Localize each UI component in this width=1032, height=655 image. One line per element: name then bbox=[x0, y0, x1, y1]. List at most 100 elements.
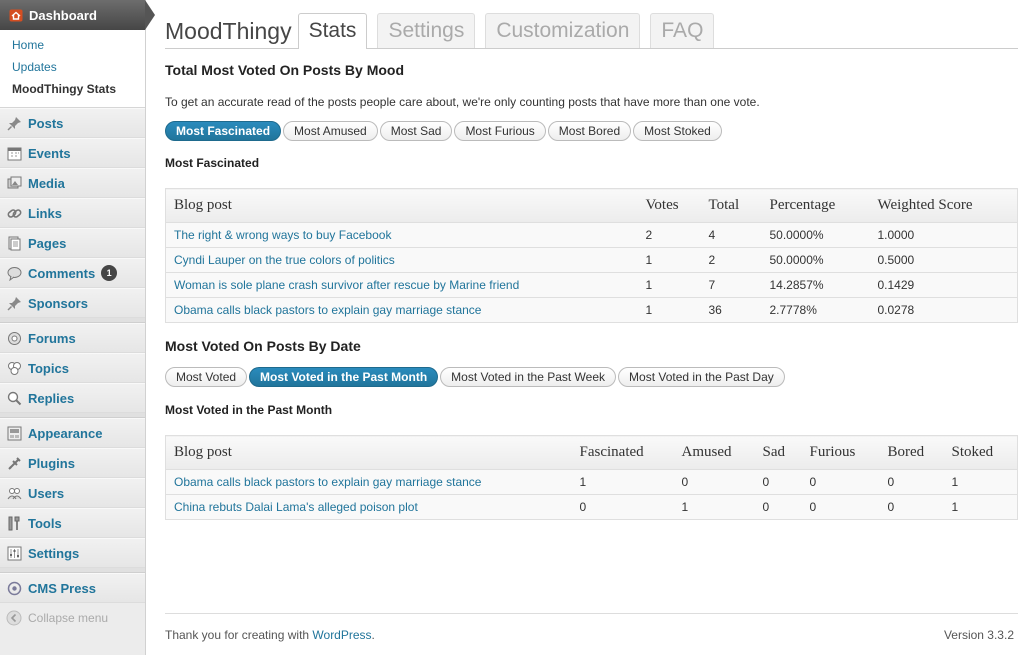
sidebar-item-label: Appearance bbox=[28, 425, 103, 441]
table-cell: 0 bbox=[754, 494, 802, 520]
sidebar-item-label: Pages bbox=[28, 235, 67, 251]
post-title-cell: China rebuts Dalai Lama's alleged poison… bbox=[165, 494, 572, 520]
table-row: Obama calls black pastors to explain gay… bbox=[165, 297, 1018, 323]
column-header-total: Total bbox=[700, 188, 762, 223]
sidebar-item-plugins[interactable]: Plugins bbox=[0, 448, 145, 478]
mood-filter-most-stoked[interactable]: Most Stoked bbox=[633, 121, 722, 141]
table-cell: 1 bbox=[637, 297, 701, 323]
replies-icon bbox=[6, 390, 22, 406]
tab-stats[interactable]: Stats bbox=[297, 13, 368, 49]
post-title-cell: Obama calls black pastors to explain gay… bbox=[165, 469, 572, 495]
link-icon bbox=[6, 205, 22, 221]
mood-filter-most-sad[interactable]: Most Sad bbox=[379, 121, 453, 141]
table-cell: 2 bbox=[637, 222, 701, 248]
table-cell: 50.0000% bbox=[761, 247, 870, 273]
table-cell: 1 bbox=[637, 272, 701, 298]
date-filter-most-voted-in-the-past-day[interactable]: Most Voted in the Past Day bbox=[618, 367, 785, 387]
sidebar-item-media[interactable]: Media bbox=[0, 168, 145, 198]
post-title-cell: Cyndi Lauper on the true colors of polit… bbox=[165, 247, 638, 273]
tools-icon bbox=[6, 515, 22, 531]
sidebar-item-users[interactable]: Users bbox=[0, 478, 145, 508]
footer-credit: Thank you for creating with WordPress. bbox=[165, 628, 375, 642]
date-table: Blog post Fascinated Amused Sad Furious Bored… bbox=[165, 435, 1018, 520]
column-header-furious: Furious bbox=[801, 435, 880, 470]
mood-filter-most-furious[interactable]: Most Furious bbox=[454, 121, 546, 141]
version-label: Version 3.3.2 bbox=[943, 628, 1014, 642]
sidebar-item-posts[interactable]: Posts bbox=[0, 108, 145, 138]
sidebar-item-events[interactable]: Events bbox=[0, 138, 145, 168]
submenu-moodthingy-stats[interactable]: MoodThingy Stats bbox=[12, 78, 145, 100]
sidebar-item-sponsors[interactable]: Sponsors bbox=[0, 288, 145, 318]
dashboard-submenu: Home Updates MoodThingy Stats bbox=[0, 30, 145, 108]
cms-icon bbox=[6, 580, 22, 596]
media-icon bbox=[6, 175, 22, 191]
sidebar-item-pages[interactable]: Pages bbox=[0, 228, 145, 258]
tab-customization[interactable]: Customization bbox=[485, 13, 641, 48]
column-header-amused: Amused bbox=[673, 435, 755, 470]
table-cell: 1.0000 bbox=[869, 222, 1018, 248]
date-filter-group: Most Voted Most Voted in the Past Month Mo… bbox=[165, 367, 787, 387]
post-title-cell: Woman is sole plane crash survivor after… bbox=[165, 272, 638, 298]
tab-bar: MoodThingy Stats Settings Customization … bbox=[165, 13, 1018, 49]
menu-group-content: Posts Events Media Links Pages Comments 1 Spons… bbox=[0, 108, 145, 318]
topics-icon bbox=[6, 360, 22, 376]
date-filter-most-voted-in-the-past-week[interactable]: Most Voted in the Past Week bbox=[440, 367, 617, 387]
sidebar-item-appearance[interactable]: Appearance bbox=[0, 418, 145, 448]
sidebar-item-label: CMS Press bbox=[28, 580, 96, 596]
date-filter-most-voted-in-the-past-month[interactable]: Most Voted in the Past Month bbox=[249, 367, 439, 387]
comment-count-badge: 1 bbox=[101, 265, 118, 281]
tab-faq[interactable]: FAQ bbox=[650, 13, 715, 48]
sidebar-item-replies[interactable]: Replies bbox=[0, 383, 145, 413]
collapse-menu-button[interactable]: Collapse menu bbox=[0, 603, 145, 633]
comment-icon bbox=[6, 265, 22, 281]
sidebar-item-settings[interactable]: Settings bbox=[0, 538, 145, 568]
table-row: The right & wrong ways to buy Facebook 2 4… bbox=[165, 222, 1018, 248]
sidebar-item-forums[interactable]: Forums bbox=[0, 323, 145, 353]
sidebar-item-links[interactable]: Links bbox=[0, 198, 145, 228]
post-link[interactable]: Woman is sole plane crash survivor after… bbox=[174, 278, 519, 292]
wordpress-link[interactable]: WordPress bbox=[312, 628, 371, 642]
table-cell: 1 bbox=[673, 494, 755, 520]
table-cell: 14.2857% bbox=[761, 272, 870, 298]
submenu-home[interactable]: Home bbox=[12, 34, 145, 56]
pages-icon bbox=[6, 235, 22, 251]
main-content: MoodThingy Stats Settings Customization … bbox=[165, 0, 1018, 655]
column-header-votes: Votes bbox=[637, 188, 701, 223]
post-link[interactable]: Cyndi Lauper on the true colors of polit… bbox=[174, 253, 395, 267]
submenu-updates[interactable]: Updates bbox=[12, 56, 145, 78]
table-cell: 0 bbox=[879, 469, 944, 495]
mood-table: Blog post Votes Total Percentage Weighted Sc… bbox=[165, 188, 1018, 323]
plugin-icon bbox=[6, 455, 22, 471]
table-cell: 0 bbox=[754, 469, 802, 495]
post-link[interactable]: The right & wrong ways to buy Facebook bbox=[174, 228, 391, 242]
page-title: MoodThingy bbox=[165, 18, 292, 44]
tab-settings[interactable]: Settings bbox=[377, 13, 476, 48]
mood-subheading: Most Fascinated bbox=[165, 156, 260, 170]
footer-text-end: . bbox=[371, 628, 375, 642]
sidebar-item-topics[interactable]: Topics bbox=[0, 353, 145, 383]
column-header-blog-post: Blog post bbox=[165, 188, 638, 223]
sidebar-item-dashboard[interactable]: Dashboard bbox=[0, 0, 155, 30]
date-filter-most-voted[interactable]: Most Voted bbox=[165, 367, 248, 387]
users-icon bbox=[6, 485, 22, 501]
sidebar-item-label: Dashboard bbox=[29, 7, 97, 23]
sidebar-item-cms-press[interactable]: CMS Press bbox=[0, 573, 145, 603]
sidebar-item-comments[interactable]: Comments 1 bbox=[0, 258, 145, 288]
menu-group-forums: Forums Topics Replies bbox=[0, 323, 145, 413]
post-link[interactable]: Obama calls black pastors to explain gay… bbox=[174, 475, 481, 489]
post-link[interactable]: Obama calls black pastors to explain gay… bbox=[174, 303, 481, 317]
sidebar-item-tools[interactable]: Tools bbox=[0, 508, 145, 538]
table-cell: 0.0278 bbox=[869, 297, 1018, 323]
table-cell: 50.0000% bbox=[761, 222, 870, 248]
mood-filter-group: Most Fascinated Most Amused Most Sad Most F… bbox=[165, 121, 724, 141]
mood-filter-most-bored[interactable]: Most Bored bbox=[547, 121, 632, 141]
date-section-title: Most Voted On Posts By Date bbox=[165, 338, 361, 354]
sidebar-item-label: Plugins bbox=[28, 455, 75, 471]
appearance-icon bbox=[6, 425, 22, 441]
mood-filter-most-amused[interactable]: Most Amused bbox=[283, 121, 378, 141]
table-cell: 0 bbox=[801, 494, 880, 520]
sidebar-item-label: Sponsors bbox=[28, 295, 88, 311]
mood-filter-most-fascinated[interactable]: Most Fascinated bbox=[165, 121, 282, 141]
post-link[interactable]: China rebuts Dalai Lama's alleged poison… bbox=[174, 500, 418, 514]
table-cell: 2.7778% bbox=[761, 297, 870, 323]
